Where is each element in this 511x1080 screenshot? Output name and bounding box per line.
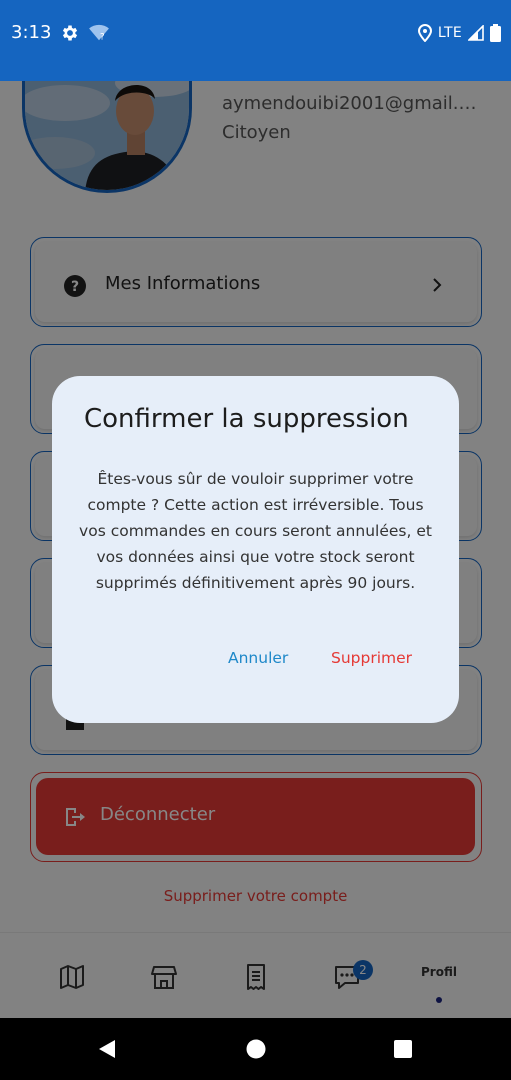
status-right-group: LTE [417,22,501,44]
wifi-question-icon: ? [89,24,109,42]
cancel-button[interactable]: Annuler [228,649,288,667]
location-icon [417,24,432,42]
network-label: LTE [437,25,462,41]
status-bar: 3:13 ? LTE [0,0,511,81]
home-icon[interactable] [246,1039,266,1059]
gear-icon [62,25,78,41]
battery-icon [490,24,501,42]
dialog-message: Êtes-vous sûr de vouloir supprimer votre… [79,470,432,592]
status-time: 3:13 [11,22,52,43]
system-nav-bar [0,1018,511,1080]
recents-icon[interactable] [393,1039,413,1059]
svg-text:?: ? [100,32,105,42]
confirm-delete-dialog: Confirmer la suppression Êtes-vous sûr d… [52,376,459,723]
confirm-delete-button[interactable]: Supprimer [331,649,412,667]
dialog-title: Confirmer la suppression [84,404,409,434]
signal-icon [468,25,484,41]
back-icon[interactable] [97,1039,117,1059]
